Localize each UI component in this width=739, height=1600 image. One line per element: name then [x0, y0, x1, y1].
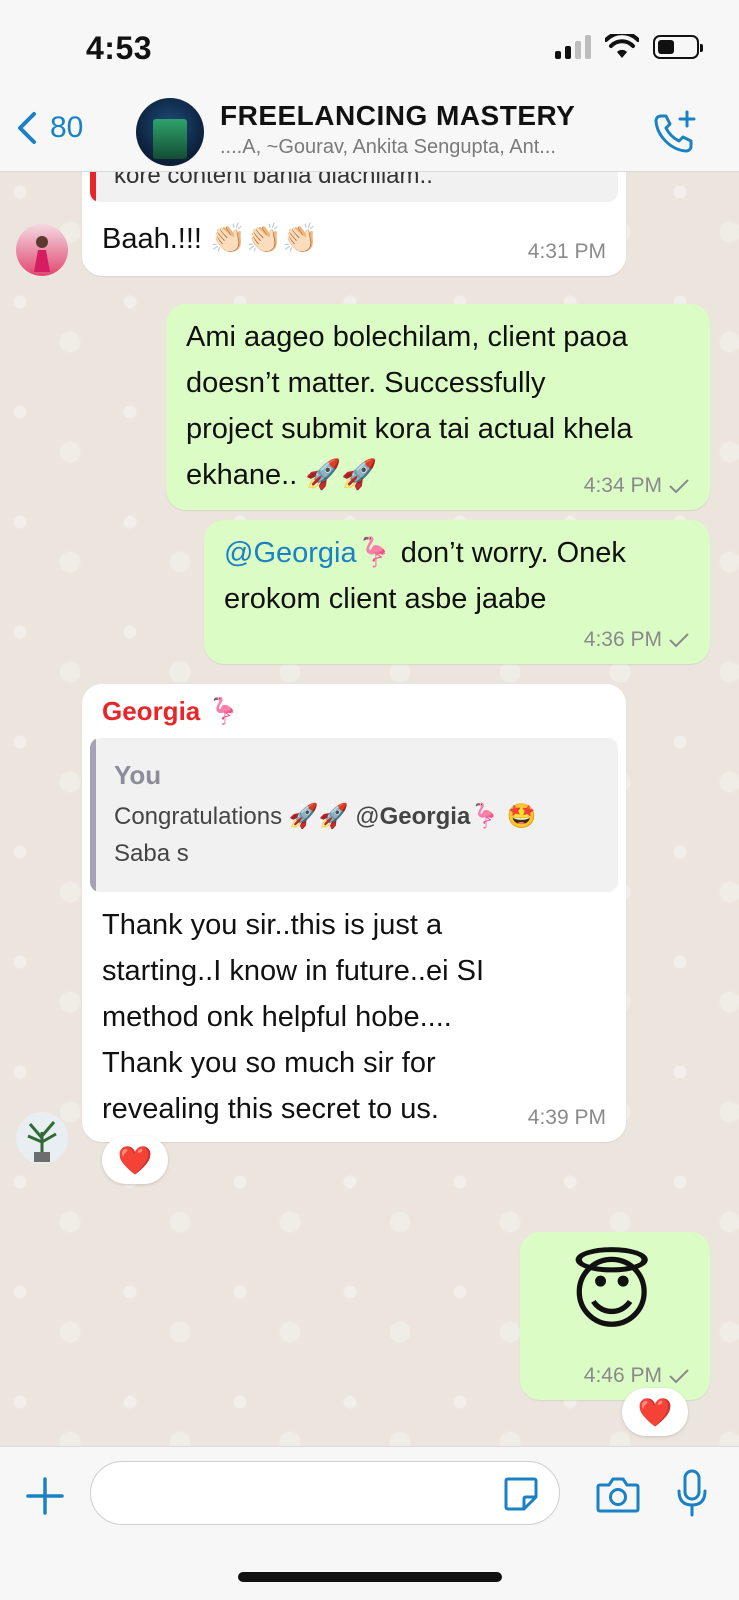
- microphone-icon[interactable]: [676, 1469, 708, 1517]
- camera-icon[interactable]: [596, 1475, 640, 1515]
- sent-check-icon: [669, 1369, 689, 1384]
- reaction-badge[interactable]: ❤️: [102, 1136, 168, 1184]
- sticker-icon[interactable]: [502, 1475, 540, 1513]
- status-time: 4:53: [86, 30, 153, 66]
- group-members[interactable]: ....A, ~Gourav, Ankita Sengupta, Ant...: [220, 136, 620, 159]
- mention-link[interactable]: @Georgia: [224, 537, 357, 569]
- quoted-author: You: [114, 760, 162, 790]
- plant-icon: [27, 1121, 57, 1162]
- message-text: Ami aageo bolechilam, client paoa doesn’…: [186, 321, 633, 491]
- unread-count: 80: [50, 111, 84, 144]
- quoted-text-line2: Saba s: [114, 840, 189, 867]
- quoted-text: kore content banla diachilam..: [114, 172, 433, 189]
- plus-icon[interactable]: [24, 1475, 66, 1517]
- battery-icon: [653, 35, 703, 59]
- message-bubble[interactable]: @Georgia🦩 don’t worry. Onek erokom clien…: [204, 520, 710, 664]
- quoted-message[interactable]: You Congratulations 🚀🚀 @Georgia🦩 🤩 Saba …: [90, 738, 618, 892]
- message-bubble[interactable]: Ami aageo bolechilam, client paoa doesn’…: [166, 304, 710, 510]
- message-input[interactable]: [90, 1461, 560, 1525]
- sent-check-icon: [669, 633, 689, 648]
- status-icons: [555, 34, 703, 60]
- wifi-icon: [605, 34, 639, 58]
- quoted-text: Congratulations 🚀🚀 @Georgia🦩 🤩: [114, 803, 537, 830]
- sender-name[interactable]: Georgia 🦩: [102, 696, 240, 727]
- message-bubble[interactable]: Georgia 🦩 You Congratulations 🚀🚀 @Georgi…: [82, 684, 626, 1142]
- message-bubble[interactable]: kore content banla diachilam.. Baah.!!! …: [82, 172, 626, 276]
- status-bar: 4:53: [0, 0, 739, 92]
- person-icon: [34, 236, 50, 272]
- chat-header: 80 FREELANCING MASTERY ....A, ~Gourav, A…: [0, 92, 739, 172]
- message-bubble[interactable]: 😇 4:46 PM: [520, 1232, 710, 1400]
- reaction-badge[interactable]: ❤️: [622, 1388, 688, 1436]
- message-text: Baah.!!! 👏🏻👏🏻👏🏻: [102, 223, 319, 255]
- home-indicator[interactable]: [238, 1572, 502, 1582]
- add-call-icon[interactable]: [651, 108, 699, 156]
- message-time: 4:34 PM: [584, 474, 690, 498]
- sender-avatar[interactable]: [16, 1112, 68, 1164]
- chat-area[interactable]: kore content banla diachilam.. Baah.!!! …: [0, 172, 739, 1446]
- sender-avatar[interactable]: [16, 224, 68, 276]
- sent-check-icon: [669, 479, 689, 494]
- emoji-message: 😇: [570, 1249, 654, 1338]
- chevron-left-icon: [18, 112, 36, 144]
- message-time: 4:46 PM: [584, 1364, 690, 1388]
- quoted-message[interactable]: kore content banla diachilam..: [90, 172, 618, 202]
- group-avatar-image: [153, 119, 187, 159]
- message-time: 4:31 PM: [527, 240, 606, 263]
- message-time: 4:36 PM: [584, 628, 690, 652]
- message-time: 4:39 PM: [527, 1106, 606, 1129]
- group-avatar[interactable]: [136, 98, 204, 166]
- message-text: @Georgia🦩 don’t worry. Onek erokom clien…: [224, 537, 626, 615]
- message-text: Thank you sir..this is just a starting..…: [102, 909, 485, 1125]
- group-title[interactable]: FREELANCING MASTERY: [220, 100, 575, 132]
- signal-icon: [555, 35, 591, 59]
- back-button[interactable]: 80: [14, 110, 83, 146]
